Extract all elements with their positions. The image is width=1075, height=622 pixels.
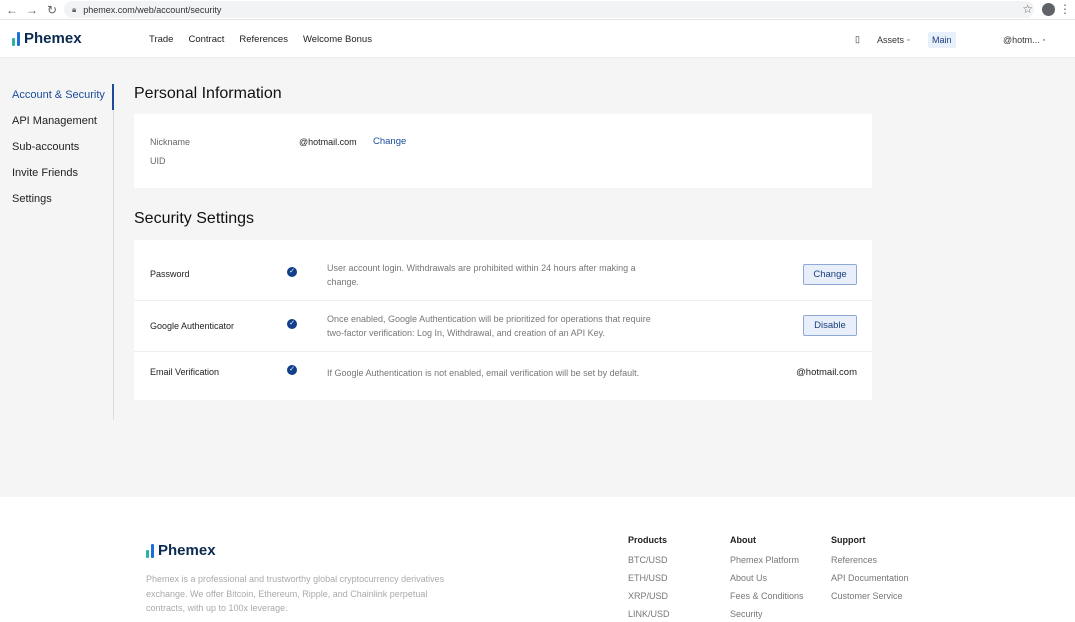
email-verification-description: If Google Authentication is not enabled,… — [327, 368, 640, 378]
nav-references[interactable]: References — [239, 34, 288, 45]
security-settings-card: Password ✓ User account login. Withdrawa… — [134, 240, 872, 400]
footer-column-products: Products BTC/USD ETH/USD XRP/USD LINK/US… — [628, 535, 670, 622]
footer: Phemex Phemex is a professional and trus… — [0, 497, 1075, 622]
reload-icon[interactable]: ↻ — [42, 3, 62, 17]
password-row: Password ✓ User account login. Withdrawa… — [134, 240, 872, 290]
footer-link[interactable]: Phemex Platform — [730, 555, 804, 573]
nickname-value: @hotmail.com — [299, 137, 357, 147]
nav-welcome-bonus[interactable]: Welcome Bonus — [303, 34, 372, 45]
personal-info-card: Nickname @hotmail.com Change UID — [134, 114, 872, 188]
profile-icon[interactable] — [1042, 3, 1055, 16]
footer-link[interactable]: ETH/USD — [628, 573, 670, 591]
url-text: phemex.com/web/account/security — [83, 4, 222, 15]
bookmark-star-icon[interactable]: ☆ — [1022, 2, 1033, 16]
top-navigation: Phemex Trade Contract References Welcome… — [0, 20, 1075, 58]
nav-trade[interactable]: Trade — [149, 34, 173, 45]
main-account-badge[interactable]: Main — [928, 32, 956, 48]
change-password-button[interactable]: Change — [803, 264, 857, 285]
footer-column-about: About Phemex Platform About Us Fees & Co… — [730, 535, 804, 622]
footer-logo[interactable]: Phemex — [146, 542, 216, 559]
footer-column-support: Support References API Documentation Cus… — [831, 535, 909, 609]
sidebar-item-settings[interactable]: Settings — [0, 188, 113, 214]
phemex-logo[interactable]: Phemex — [12, 30, 82, 47]
chevron-down-icon: ▫ — [1042, 36, 1046, 44]
sidebar-item-api-management[interactable]: API Management — [0, 110, 113, 136]
password-description: User account login. Withdrawals are proh… — [327, 263, 636, 287]
nickname-label: Nickname — [150, 137, 191, 147]
nav-contract[interactable]: Contract — [188, 34, 224, 45]
browser-toolbar: ← → ↻ 🔒︎ phemex.com/web/account/security… — [0, 0, 1075, 20]
google-authenticator-label: Google Authenticator — [150, 321, 235, 331]
email-verification-row: Email Verification ✓ If Google Authentic… — [134, 351, 872, 401]
assets-menu[interactable]: Assets ▫ — [877, 35, 910, 45]
main-nav: Trade Contract References Welcome Bonus — [149, 34, 372, 45]
email-verification-label: Email Verification — [150, 367, 220, 377]
logo-text: Phemex — [24, 30, 82, 47]
footer-link[interactable]: About Us — [730, 573, 804, 591]
google-authenticator-description: Once enabled, Google Authentication will… — [327, 314, 651, 338]
sidebar-item-invite-friends[interactable]: Invite Friends — [0, 162, 113, 188]
footer-description: Phemex is a professional and trustworthy… — [146, 574, 445, 613]
phemex-logo-mark — [146, 543, 154, 558]
sidebar-item-sub-accounts[interactable]: Sub-accounts — [0, 136, 113, 162]
lock-icon: 🔒︎ — [72, 4, 77, 14]
security-settings-title: Security Settings — [134, 210, 255, 227]
phemex-logo-mark — [12, 31, 20, 46]
check-icon: ✓ — [287, 319, 297, 329]
sidebar-item-account-security[interactable]: Account & Security — [0, 84, 114, 110]
footer-link[interactable]: References — [831, 555, 909, 573]
back-icon[interactable]: ← — [2, 3, 22, 17]
check-icon: ✓ — [287, 365, 297, 375]
user-menu[interactable]: @hotm... ▫ — [1003, 35, 1045, 45]
footer-link[interactable]: Fees & Conditions — [730, 591, 804, 609]
footer-link[interactable]: API Documentation — [831, 573, 909, 591]
google-authenticator-row: Google Authenticator ✓ Once enabled, Goo… — [134, 300, 872, 350]
forward-icon[interactable]: → — [22, 3, 42, 17]
disable-google-auth-button[interactable]: Disable — [803, 315, 857, 336]
account-sidebar: Account & Security API Management Sub-ac… — [0, 84, 114, 420]
footer-column-title: About — [730, 535, 756, 545]
footer-column-title: Support — [831, 535, 866, 545]
uid-label: UID — [150, 156, 166, 166]
personal-info-title: Personal Information — [134, 85, 282, 102]
footer-logo-text: Phemex — [158, 542, 216, 559]
footer-link[interactable]: BTC/USD — [628, 555, 670, 573]
address-bar[interactable]: 🔒︎ phemex.com/web/account/security — [64, 1, 1034, 18]
footer-column-title: Products — [628, 535, 668, 545]
password-label: Password — [150, 269, 190, 279]
verified-email: @hotmail.com — [796, 367, 857, 378]
chevron-down-icon: ▫ — [907, 36, 910, 44]
assets-label: Assets — [877, 35, 905, 45]
mobile-app-icon[interactable]: ▯ — [855, 34, 860, 45]
user-email: @hotm... — [1003, 35, 1040, 45]
footer-link[interactable]: XRP/USD — [628, 591, 670, 609]
footer-link[interactable]: Customer Service — [831, 591, 909, 609]
footer-link[interactable]: LINK/USD — [628, 609, 670, 622]
check-icon: ✓ — [287, 267, 297, 277]
footer-link[interactable]: Security — [730, 609, 804, 622]
change-nickname-link[interactable]: Change — [373, 136, 406, 147]
browser-menu-icon[interactable]: ⋮ — [1059, 2, 1071, 16]
